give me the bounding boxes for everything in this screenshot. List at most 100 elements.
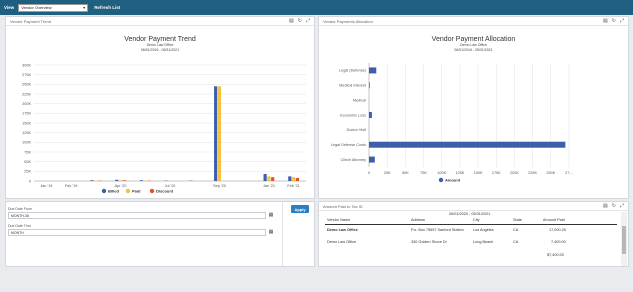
y-tick-label: Medical Interest	[339, 84, 367, 88]
x-tick-label: 200K	[510, 171, 519, 175]
x-tick-label: 250K	[546, 171, 555, 175]
y-tick-label: 250K	[22, 83, 31, 87]
address-cell: P.o. Box 75697 Sanford Station	[411, 228, 464, 232]
taxid-panel-header: Amount Paid to Tax ID ▤ ↻ ⤢	[319, 202, 628, 211]
bar-billed	[214, 86, 218, 181]
legend-marker	[149, 188, 155, 194]
bar-billed	[139, 180, 144, 181]
x-tick-label: Apr '20	[115, 184, 127, 188]
expand-icon[interactable]: ⤢	[620, 18, 624, 24]
allocation-panel-header: Vendor Payments Allocation ▤ ↻ ⤢	[319, 17, 628, 26]
amount-cell: 17,000.25	[549, 228, 566, 232]
x-tick-label: 225K	[528, 171, 537, 175]
view-select[interactable]: Vendor Overview ▾	[18, 3, 89, 12]
header-divider	[325, 224, 617, 225]
bar-billed	[288, 176, 292, 181]
due-date-from-input[interactable]: MONTH-36	[8, 212, 266, 219]
allocation-chart-title: Vendor Payment Allocation	[431, 36, 516, 43]
taxid-date-range: 06/01/2020 - 05/31/2021	[449, 212, 491, 216]
vendor-name-cell: Demo Law Office	[327, 240, 357, 244]
x-tick-label: Sep '20	[213, 184, 226, 188]
table-icon[interactable]: ▤	[603, 18, 608, 24]
calendar-icon[interactable]: ▦	[268, 229, 274, 235]
bar-billed	[263, 174, 267, 181]
y-tick-label: Medical	[353, 98, 366, 102]
x-tick-label: Feb '19	[65, 184, 78, 188]
bar-paid	[118, 180, 123, 181]
x-tick-label: Jan '21	[263, 184, 275, 188]
y-tick-label: 50K	[24, 160, 31, 164]
refresh-icon[interactable]: ↻	[298, 18, 302, 24]
table-icon[interactable]: ▤	[289, 18, 294, 24]
address-cell: 330 Golden Shore Dr	[411, 240, 447, 244]
allocation-panel-title: Vendor Payments Allocation	[323, 18, 373, 24]
amount-cell: 7,400.00	[551, 240, 566, 244]
refresh-list-button[interactable]: Refresh List	[94, 5, 120, 10]
y-tick-label: 0	[29, 179, 31, 183]
scrollbar-thumb[interactable]	[622, 226, 626, 254]
scrollbar[interactable]	[621, 212, 627, 266]
legend-label: Paid	[132, 189, 141, 194]
allocation-panel: Vendor Payments Allocation ▤ ↻ ⤢ Vendor …	[318, 16, 629, 199]
column-header: Address	[411, 218, 425, 222]
calendar-icon[interactable]: ▦	[268, 212, 274, 218]
city-cell: Long Beach	[473, 240, 494, 244]
y-tick-label: 125K	[22, 131, 31, 135]
bar-amount	[369, 156, 375, 163]
y-tick-label: 150K	[22, 121, 31, 125]
expand-icon[interactable]: ⤢	[620, 203, 624, 209]
bar-discount	[122, 180, 126, 181]
y-tick-label: 100K	[22, 141, 31, 145]
x-tick-label: 25K	[384, 171, 391, 175]
expand-icon[interactable]: ⤢	[306, 18, 310, 24]
y-tick-label: Legal Defense Costs	[331, 143, 366, 147]
refresh-icon[interactable]: ↻	[612, 203, 616, 209]
legend-label: Amount	[445, 178, 461, 183]
bar-amount	[369, 112, 372, 118]
y-tick-label: 300K	[22, 63, 31, 67]
y-tick-label: 225K	[22, 92, 31, 96]
bar-discount	[271, 177, 275, 181]
legend-label: Billed	[108, 189, 119, 194]
refresh-icon[interactable]: ↻	[612, 18, 616, 24]
view-select-value: Vendor Overview	[21, 5, 52, 10]
legend-marker	[101, 188, 107, 194]
filter-panel: Due Date From MONTH-36 ▦ Due Date Thru M…	[5, 201, 315, 267]
table-icon[interactable]: ▤	[603, 203, 608, 209]
bar-amount	[369, 141, 566, 148]
bar-amount	[369, 82, 370, 89]
due-date-thru-input[interactable]: MONTH	[8, 229, 266, 236]
x-tick-label: 175K	[492, 171, 501, 175]
total-amount: $7,400.00	[547, 253, 564, 257]
bar-amount	[369, 67, 377, 74]
state-cell: CA	[513, 240, 519, 244]
x-tick-label: 100K	[437, 171, 446, 175]
taxid-panel-title: Amount Paid to Tax ID	[323, 203, 363, 209]
x-tick-label: Jan '19	[40, 184, 52, 188]
taxid-table: 06/01/2020 - 05/31/2021 Vendor Name Addr…	[319, 212, 619, 266]
x-tick-label: 50K	[402, 171, 409, 175]
legend-marker	[438, 177, 444, 183]
bar-paid	[267, 176, 271, 181]
city-cell: Los Angeles	[473, 228, 494, 232]
x-tick-label: 125K	[455, 171, 464, 175]
legend-marker	[125, 188, 131, 194]
trend-panel: Vendor Payment Trend ▤ ↻ ⤢ Vendor Paymen…	[5, 16, 315, 199]
y-tick-label: 175K	[22, 112, 31, 116]
y-tick-label: Legal (Defense)	[339, 69, 367, 73]
x-tick-label: 75K	[420, 171, 427, 175]
due-date-from-label: Due Date From	[8, 207, 32, 211]
x-tick-label: 0	[368, 171, 370, 175]
apply-button[interactable]: Apply	[291, 205, 309, 213]
trend-chart-date-range: 06/01/2016 - 05/31/2021	[140, 47, 180, 52]
state-cell: CA	[513, 228, 519, 232]
column-header: State	[513, 218, 522, 222]
allocation-chart-date-range: 06/01/2016 - 05/31/2021	[454, 47, 493, 52]
bar-billed	[90, 180, 94, 181]
bar-discount	[295, 177, 300, 181]
y-tick-label: 200K	[22, 102, 31, 106]
x-tick-label: Feb '21	[287, 184, 300, 188]
vendor-name-cell: Demo Law Office	[327, 228, 358, 232]
y-tick-label: 275K	[22, 73, 31, 77]
taxid-panel: Amount Paid to Tax ID ▤ ↻ ⤢ 06/01/2020 -…	[318, 201, 629, 267]
